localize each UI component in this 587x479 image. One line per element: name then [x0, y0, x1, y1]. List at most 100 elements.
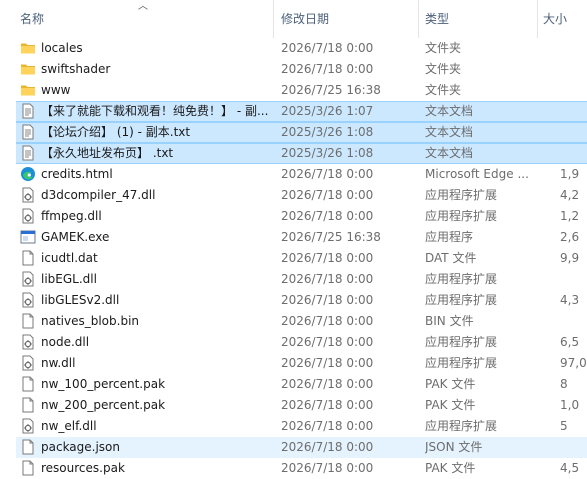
- file-size: 97,0: [560, 356, 587, 370]
- file-date: 2026/7/18 0:00: [281, 314, 374, 328]
- file-date: 2026/7/18 0:00: [281, 293, 374, 307]
- file-size: [560, 59, 587, 80]
- file-name: libGLESv2.dll: [41, 293, 120, 307]
- file-size: [560, 122, 587, 143]
- file-name: 【永久地址发布页】 .txt: [41, 146, 174, 160]
- dll-icon: [20, 271, 36, 287]
- folder-icon: [20, 82, 36, 98]
- file-name: node.dll: [41, 335, 90, 349]
- file-row[interactable]: nw.dll 2026/7/18 0:00 应用程序扩展 97,0: [0, 353, 587, 374]
- file-row[interactable]: natives_blob.bin 2026/7/18 0:00 BIN 文件: [0, 311, 587, 332]
- column-divider[interactable]: [418, 0, 419, 38]
- file-size: 5: [560, 419, 568, 433]
- file-name: resources.pak: [41, 461, 125, 475]
- folder-icon: [20, 40, 36, 56]
- file-row[interactable]: libEGL.dll 2026/7/18 0:00 应用程序扩展: [0, 269, 587, 290]
- file-row[interactable]: nw_100_percent.pak 2026/7/18 0:00 PAK 文件 8: [0, 374, 587, 395]
- file-size: [560, 269, 587, 290]
- file-row[interactable]: d3dcompiler_47.dll 2026/7/18 0:00 应用程序扩展 4,…: [0, 185, 587, 206]
- file-row[interactable]: libGLESv2.dll 2026/7/18 0:00 应用程序扩展 4,3: [0, 290, 587, 311]
- file-row[interactable]: nw_elf.dll 2026/7/18 0:00 应用程序扩展 5: [0, 416, 587, 437]
- file-type: 应用程序扩展: [425, 293, 498, 307]
- file-type: 应用程序扩展: [425, 188, 498, 202]
- file-date: 2026/7/25 16:38: [281, 83, 381, 97]
- column-header-name[interactable]: 名称: [20, 0, 270, 38]
- file-row[interactable]: www 2026/7/25 16:38 文件夹: [0, 80, 587, 101]
- dll-icon: [20, 292, 36, 308]
- column-header-date[interactable]: 修改日期: [281, 0, 416, 38]
- file-row[interactable]: locales 2026/7/18 0:00 文件夹: [0, 38, 587, 59]
- file-size: [560, 80, 587, 101]
- file-row[interactable]: icudtl.dat 2026/7/18 0:00 DAT 文件 9,9: [0, 248, 587, 269]
- file-date: 2026/7/18 0:00: [281, 167, 374, 181]
- file-row[interactable]: credits.html 2026/7/18 0:00 Microsoft Edge…: [0, 164, 587, 185]
- column-divider[interactable]: [537, 0, 538, 38]
- file-type: 应用程序扩展: [425, 356, 498, 370]
- text-file-icon: [20, 145, 36, 161]
- file-date: 2026/7/18 0:00: [281, 188, 374, 202]
- file-name: 【论坛介绍】 (1) - 副本.txt: [41, 125, 191, 139]
- text-file-icon: [20, 103, 36, 119]
- file-type: 应用程序扩展: [425, 272, 498, 286]
- file-name: d3dcompiler_47.dll: [41, 188, 156, 202]
- file-row[interactable]: swiftshader 2026/7/18 0:00 文件夹: [0, 59, 587, 80]
- file-name: nw_200_percent.pak: [41, 398, 166, 412]
- file-row[interactable]: ffmpeg.dll 2026/7/18 0:00 应用程序扩展 1,2: [0, 206, 587, 227]
- file-date: 2026/7/18 0:00: [281, 461, 374, 475]
- column-divider[interactable]: [273, 0, 274, 38]
- file-name: GAMEK.exe: [41, 230, 110, 244]
- dll-icon: [20, 418, 36, 434]
- file-type: PAK 文件: [425, 377, 476, 391]
- text-file-icon: [20, 124, 36, 140]
- file-type: 应用程序扩展: [425, 209, 498, 223]
- file-size: [560, 101, 587, 122]
- file-type: 文本文档: [425, 146, 474, 160]
- column-header-bar: ︿ 名称 修改日期 类型 大小: [0, 0, 587, 38]
- file-type: 文本文档: [425, 104, 474, 118]
- file-date: 2026/7/18 0:00: [281, 335, 374, 349]
- file-size: [560, 437, 587, 458]
- file-type: 应用程序扩展: [425, 335, 498, 349]
- file-name: nw_100_percent.pak: [41, 377, 166, 391]
- file-date: 2026/7/18 0:00: [281, 209, 374, 223]
- file-type: PAK 文件: [425, 398, 476, 412]
- file-size: 4,3: [560, 293, 580, 307]
- file-date: 2025/3/26 1:08: [281, 125, 374, 139]
- file-icon: [20, 439, 36, 455]
- file-name: swiftshader: [41, 62, 111, 76]
- file-row[interactable]: nw_200_percent.pak 2026/7/18 0:00 PAK 文件 1,…: [0, 395, 587, 416]
- file-date: 2026/7/18 0:00: [281, 251, 374, 265]
- file-size: [560, 311, 587, 332]
- file-type: DAT 文件: [425, 251, 477, 265]
- file-row[interactable]: GAMEK.exe 2026/7/25 16:38 应用程序 2,6: [0, 227, 587, 248]
- file-row[interactable]: package.json 2026/7/18 0:00 JSON 文件: [0, 437, 587, 458]
- file-row[interactable]: 【永久地址发布页】 .txt 2025/3/26 1:08 文本文档: [0, 143, 587, 164]
- file-date: 2026/7/18 0:00: [281, 62, 374, 76]
- file-icon: [20, 250, 36, 266]
- column-header-size[interactable]: 大小: [543, 0, 587, 38]
- file-type: BIN 文件: [425, 314, 474, 328]
- file-date: 2026/7/18 0:00: [281, 419, 374, 433]
- file-icon: [20, 397, 36, 413]
- file-name: icudtl.dat: [41, 251, 98, 265]
- dll-icon: [20, 355, 36, 371]
- file-row[interactable]: 【论坛介绍】 (1) - 副本.txt 2025/3/26 1:08 文本文档: [0, 122, 587, 143]
- file-type: 文件夹: [425, 41, 462, 55]
- file-size: [560, 143, 587, 164]
- file-name: package.json: [41, 440, 121, 454]
- dll-icon: [20, 334, 36, 350]
- file-icon: [20, 376, 36, 392]
- file-date: 2025/3/26 1:08: [281, 146, 374, 160]
- file-size: 1,9: [560, 167, 580, 181]
- file-size: 6,5: [560, 335, 580, 349]
- file-date: 2025/3/26 1:07: [281, 104, 374, 118]
- file-name: 【来了就能下载和观看！纯免费！】 - 副...: [41, 104, 269, 118]
- file-row[interactable]: 【来了就能下载和观看！纯免费！】 - 副... 2025/3/26 1:07 文本文…: [0, 101, 587, 122]
- file-row[interactable]: resources.pak 2026/7/18 0:00 PAK 文件 4,5: [0, 458, 587, 479]
- edge-icon: [20, 166, 36, 182]
- file-row[interactable]: node.dll 2026/7/18 0:00 应用程序扩展 6,5: [0, 332, 587, 353]
- file-name: locales: [41, 41, 83, 55]
- file-date: 2026/7/25 16:38: [281, 230, 381, 244]
- file-size: 1,0: [560, 398, 580, 412]
- column-header-type[interactable]: 类型: [425, 0, 535, 38]
